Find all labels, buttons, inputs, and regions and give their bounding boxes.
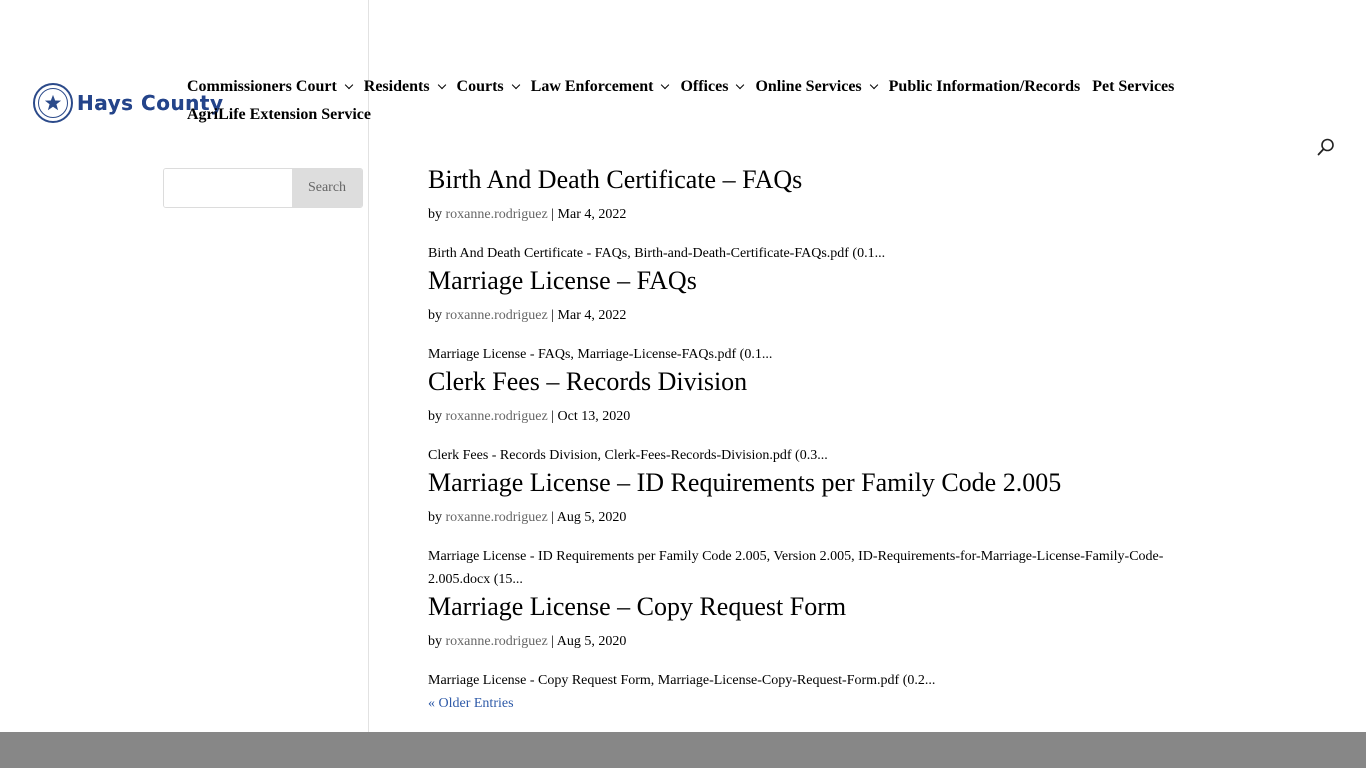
chevron-down-icon [437,80,446,90]
nav-commissioners-court[interactable]: Commissioners Court [187,76,354,98]
nav-label: Courts [456,78,504,95]
post-by: by [428,207,442,222]
nav-label: Pet Services [1092,78,1175,95]
post-by: by [428,510,442,525]
nav-public-information-records[interactable]: Public Information/Records [889,76,1081,98]
post-title[interactable]: Birth And Death Certificate – FAQs [428,164,1178,196]
nav-residents[interactable]: Residents [363,76,446,98]
post-item: Marriage License – ID Requirements per F… [428,467,1178,591]
footer-bar [0,732,1366,768]
post-title[interactable]: Marriage License – Copy Request Form [428,591,1178,623]
chevron-down-icon [736,80,745,90]
nav-online-services[interactable]: Online Services [755,76,878,98]
post-item: Birth And Death Certificate – FAQs by ro… [428,164,1178,265]
post-author-link[interactable]: roxanne.rodriguez [446,634,548,649]
nav-offices[interactable]: Offices [680,76,745,98]
post-by: by [428,634,442,649]
nav-pet-services[interactable]: Pet Services [1092,76,1174,98]
post-date: Mar 4, 2022 [557,207,627,222]
post-author-link[interactable]: roxanne.rodriguez [446,308,548,323]
post-date: Mar 4, 2022 [557,308,627,323]
post-date: Aug 5, 2020 [556,634,627,649]
post-list: Birth And Death Certificate – FAQs by ro… [428,164,1178,714]
post-excerpt: Clerk Fees - Records Division, Clerk-Fee… [428,448,828,463]
post-title[interactable]: Marriage License – ID Requirements per F… [428,467,1178,499]
nav-agrilife-extension-service[interactable]: AgriLife Extension Service [187,104,371,126]
sidebar-search-form: Search [163,168,363,208]
page: Hays County Commissioners Court Resident… [0,0,1366,768]
post-by: by [428,409,442,424]
county-seal-icon [33,83,73,123]
post-title[interactable]: Marriage License – FAQs [428,265,1178,297]
post-item: Clerk Fees – Records Division by roxanne… [428,366,1178,467]
main-nav: Commissioners Court Residents Courts Law… [187,76,1227,126]
post-item: Marriage License – Copy Request Form by … [428,591,1178,692]
post-excerpt: Marriage License - Copy Request Form, Ma… [428,673,936,688]
post-excerpt: Marriage License - ID Requirements per F… [428,549,1164,587]
post-meta: by roxanne.rodriguez | Mar 4, 2022 [428,207,627,222]
sidebar-search-input[interactable] [164,169,292,207]
older-entries-link[interactable]: « Older Entries [428,694,514,714]
chevron-down-icon [511,80,520,90]
chevron-down-icon [869,80,878,90]
sidebar-search-button[interactable]: Search [292,169,362,207]
post-excerpt: Birth And Death Certificate - FAQs, Birt… [428,246,886,261]
post-author-link[interactable]: roxanne.rodriguez [446,409,548,424]
nav-label: Residents [363,78,430,95]
post-meta: by roxanne.rodriguez | Mar 4, 2022 [428,308,627,323]
post-title[interactable]: Clerk Fees – Records Division [428,366,1178,398]
post-meta: by roxanne.rodriguez | Oct 13, 2020 [428,409,631,424]
nav-courts[interactable]: Courts [456,76,520,98]
chevron-down-icon [344,80,354,90]
nav-label: Public Information/Records [888,78,1081,95]
post-meta: by roxanne.rodriguez | Aug 5, 2020 [428,634,627,649]
post-meta: by roxanne.rodriguez | Aug 5, 2020 [428,510,627,525]
chevron-down-icon [661,80,670,90]
nav-label: AgriLife Extension Service [187,106,371,123]
search-icon [1317,138,1334,156]
post-excerpt: Marriage License - FAQs, Marriage-Licens… [428,347,773,362]
star-icon [44,94,62,111]
post-date: Oct 13, 2020 [557,409,631,424]
post-author-link[interactable]: roxanne.rodriguez [446,510,548,525]
nav-law-enforcement[interactable]: Law Enforcement [530,76,670,98]
header-search-button[interactable] [1316,137,1336,157]
post-author-link[interactable]: roxanne.rodriguez [446,207,548,222]
nav-label: Law Enforcement [530,78,654,95]
nav-label: Commissioners Court [187,78,337,95]
post-item: Marriage License – FAQs by roxanne.rodri… [428,265,1178,366]
post-by: by [428,308,442,323]
nav-label: Offices [680,78,729,95]
post-date: Aug 5, 2020 [556,510,627,525]
nav-label: Online Services [755,78,862,95]
